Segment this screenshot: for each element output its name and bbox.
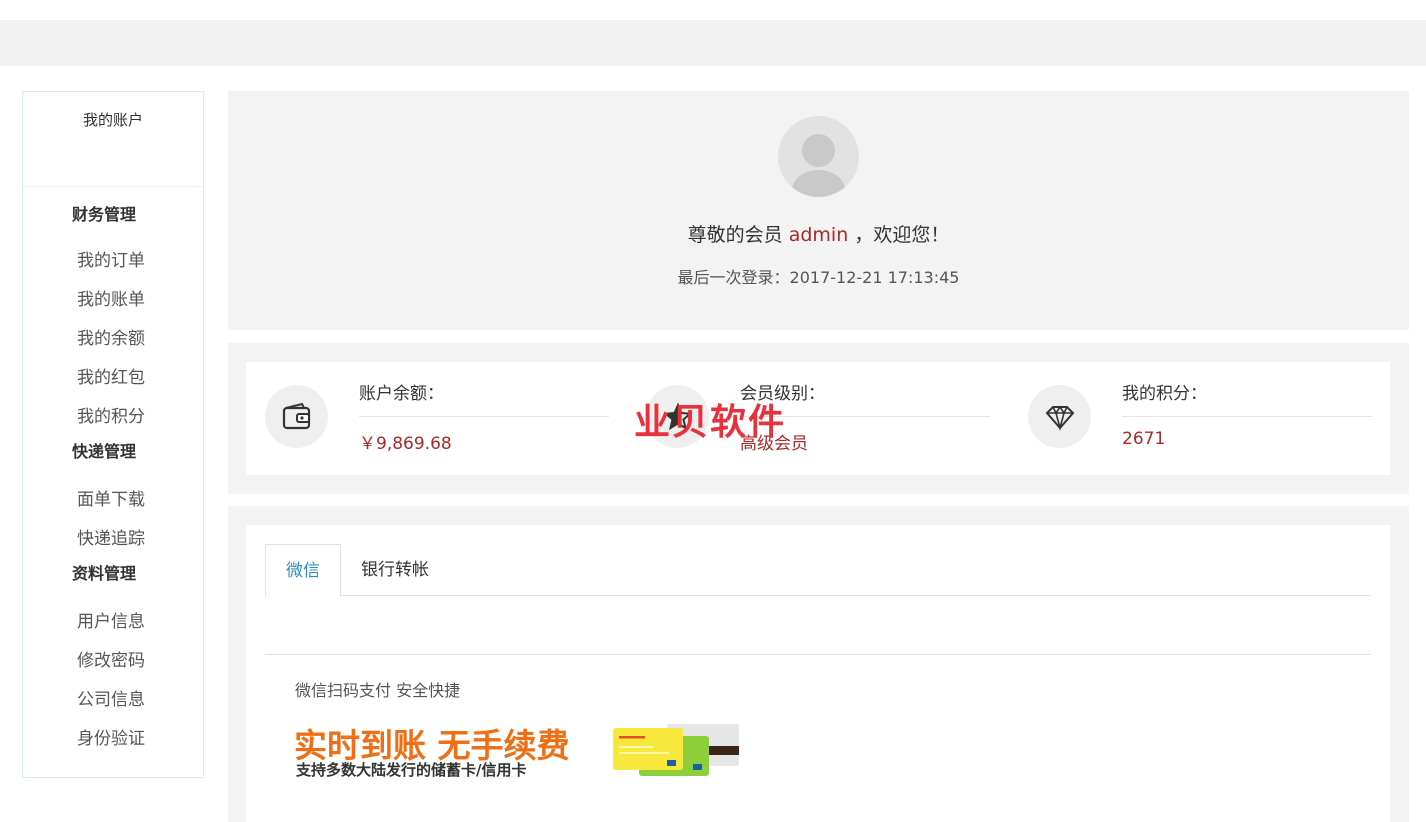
sidebar-group-finance: 财务管理 bbox=[72, 205, 137, 224]
divider bbox=[359, 416, 609, 417]
divider bbox=[265, 654, 1371, 655]
sidebar-item-redpacket[interactable]: 我的红包 bbox=[23, 359, 203, 398]
avatar-body-shape bbox=[792, 170, 845, 197]
avatar bbox=[778, 116, 859, 197]
sidebar-account-title[interactable]: 我的账户 bbox=[23, 92, 203, 187]
sidebar-item-points[interactable]: 我的积分 bbox=[23, 398, 203, 437]
sidebar-item-balance[interactable]: 我的余额 bbox=[23, 320, 203, 359]
sidebar-item-tracking[interactable]: 快递追踪 bbox=[23, 520, 203, 559]
welcome-message: 尊敬的会员 admin ，欢迎您！ bbox=[228, 220, 1409, 247]
wallet-icon bbox=[265, 385, 328, 448]
balance-label: 账户余额： bbox=[359, 384, 444, 404]
points-value: 2671 bbox=[1122, 429, 1166, 449]
payment-panel: 微信 银行转帐 微信扫码支付 安全快捷 实时到账 无手续费 支持多数大陆发行的储… bbox=[228, 506, 1409, 822]
payment-card: 微信 银行转帐 微信扫码支付 安全快捷 实时到账 无手续费 支持多数大陆发行的储… bbox=[246, 525, 1390, 822]
stat-points: 我的积分： 2671 bbox=[1009, 362, 1389, 475]
username: admin bbox=[788, 224, 849, 246]
bank-cards-icon bbox=[613, 722, 741, 778]
last-login: 最后一次登录：2017-12-21 17:13:45 bbox=[677, 268, 960, 287]
payment-tabs: 微信 银行转帐 bbox=[265, 544, 1371, 597]
promo-subtext: 支持多数大陆发行的储蓄卡/信用卡 bbox=[296, 761, 527, 779]
divider bbox=[1122, 416, 1372, 417]
sidebar-item-waybill-download[interactable]: 面单下载 bbox=[23, 481, 203, 520]
sidebar: 我的账户 财务管理 我的订单 我的账单 我的余额 我的红包 我的积分 快递管理 … bbox=[22, 91, 204, 778]
sidebar-item-company-info[interactable]: 公司信息 bbox=[23, 681, 203, 720]
stats-panel: 账户余额： ￥9,869.68 会员级别： 高级会员 我的积分： 2671 bbox=[228, 343, 1409, 494]
sidebar-item-user-info[interactable]: 用户信息 bbox=[23, 603, 203, 642]
sidebar-group-express: 快递管理 bbox=[72, 442, 137, 461]
tab-wechat[interactable]: 微信 bbox=[265, 544, 341, 597]
diamond-icon bbox=[1028, 385, 1091, 448]
watermark-logo: 业贝软件 bbox=[634, 402, 787, 443]
sidebar-item-identity-verify[interactable]: 身份验证 bbox=[23, 720, 203, 759]
tab-bank-transfer[interactable]: 银行转帐 bbox=[341, 544, 449, 596]
avatar-head-shape bbox=[802, 134, 835, 167]
sidebar-item-change-password[interactable]: 修改密码 bbox=[23, 642, 203, 681]
sidebar-item-bills[interactable]: 我的账单 bbox=[23, 281, 203, 320]
points-label: 我的积分： bbox=[1122, 384, 1207, 404]
balance-value: ￥9,869.68 bbox=[359, 434, 452, 454]
sidebar-item-orders[interactable]: 我的订单 bbox=[23, 242, 203, 281]
stat-balance: 账户余额： ￥9,869.68 bbox=[246, 362, 626, 475]
top-bar bbox=[0, 20, 1426, 66]
stats-card: 账户余额： ￥9,869.68 会员级别： 高级会员 我的积分： 2671 bbox=[246, 362, 1390, 475]
user-panel: 尊敬的会员 admin ，欢迎您！ 最后一次登录：2017-12-21 17:1… bbox=[228, 91, 1409, 330]
welcome-suffix: ，欢迎您！ bbox=[854, 224, 950, 246]
sidebar-group-profile: 资料管理 bbox=[72, 564, 137, 583]
welcome-prefix: 尊敬的会员 bbox=[687, 224, 783, 246]
payment-description: 微信扫码支付 安全快捷 bbox=[295, 681, 461, 700]
